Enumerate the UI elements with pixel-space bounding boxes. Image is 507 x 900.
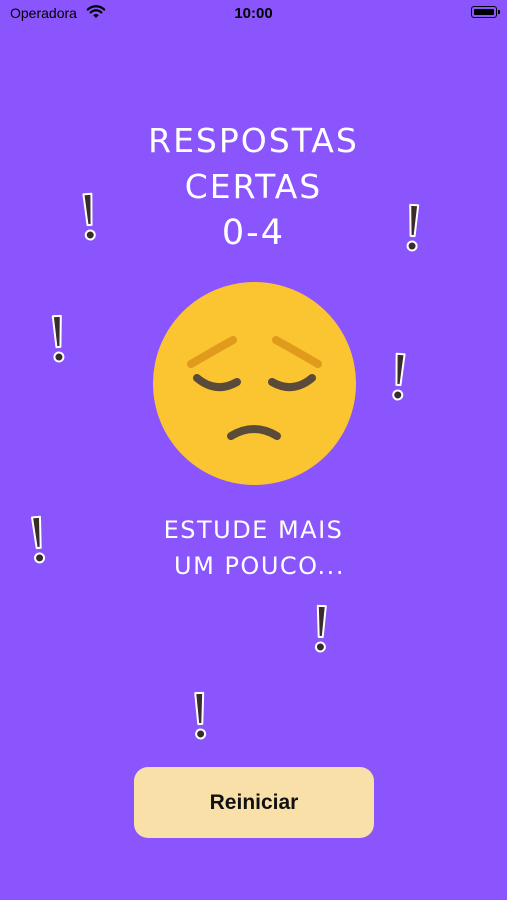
encouragement-line2: UM POUCO... bbox=[174, 552, 345, 580]
exclamation-icon bbox=[406, 203, 420, 252]
result-title-line2: CERTAS bbox=[184, 167, 323, 206]
pensive-face-icon bbox=[153, 282, 356, 485]
result-title-line1: RESPOSTAS bbox=[148, 121, 359, 160]
status-time: 10:00 bbox=[234, 5, 273, 22]
battery-icon bbox=[471, 6, 500, 18]
encouragement-line1: ESTUDE MAIS bbox=[163, 516, 344, 544]
exclamation-icon bbox=[314, 604, 327, 653]
status-bar: Operadora 10:00 bbox=[0, 0, 507, 28]
score-label: 0-4 bbox=[221, 213, 286, 253]
exclamation-icon bbox=[194, 691, 207, 740]
exclamation-icon bbox=[51, 314, 65, 363]
exclamation-icon bbox=[392, 352, 406, 401]
exclamation-icon bbox=[82, 192, 96, 241]
restart-button[interactable]: Reiniciar bbox=[134, 767, 374, 838]
